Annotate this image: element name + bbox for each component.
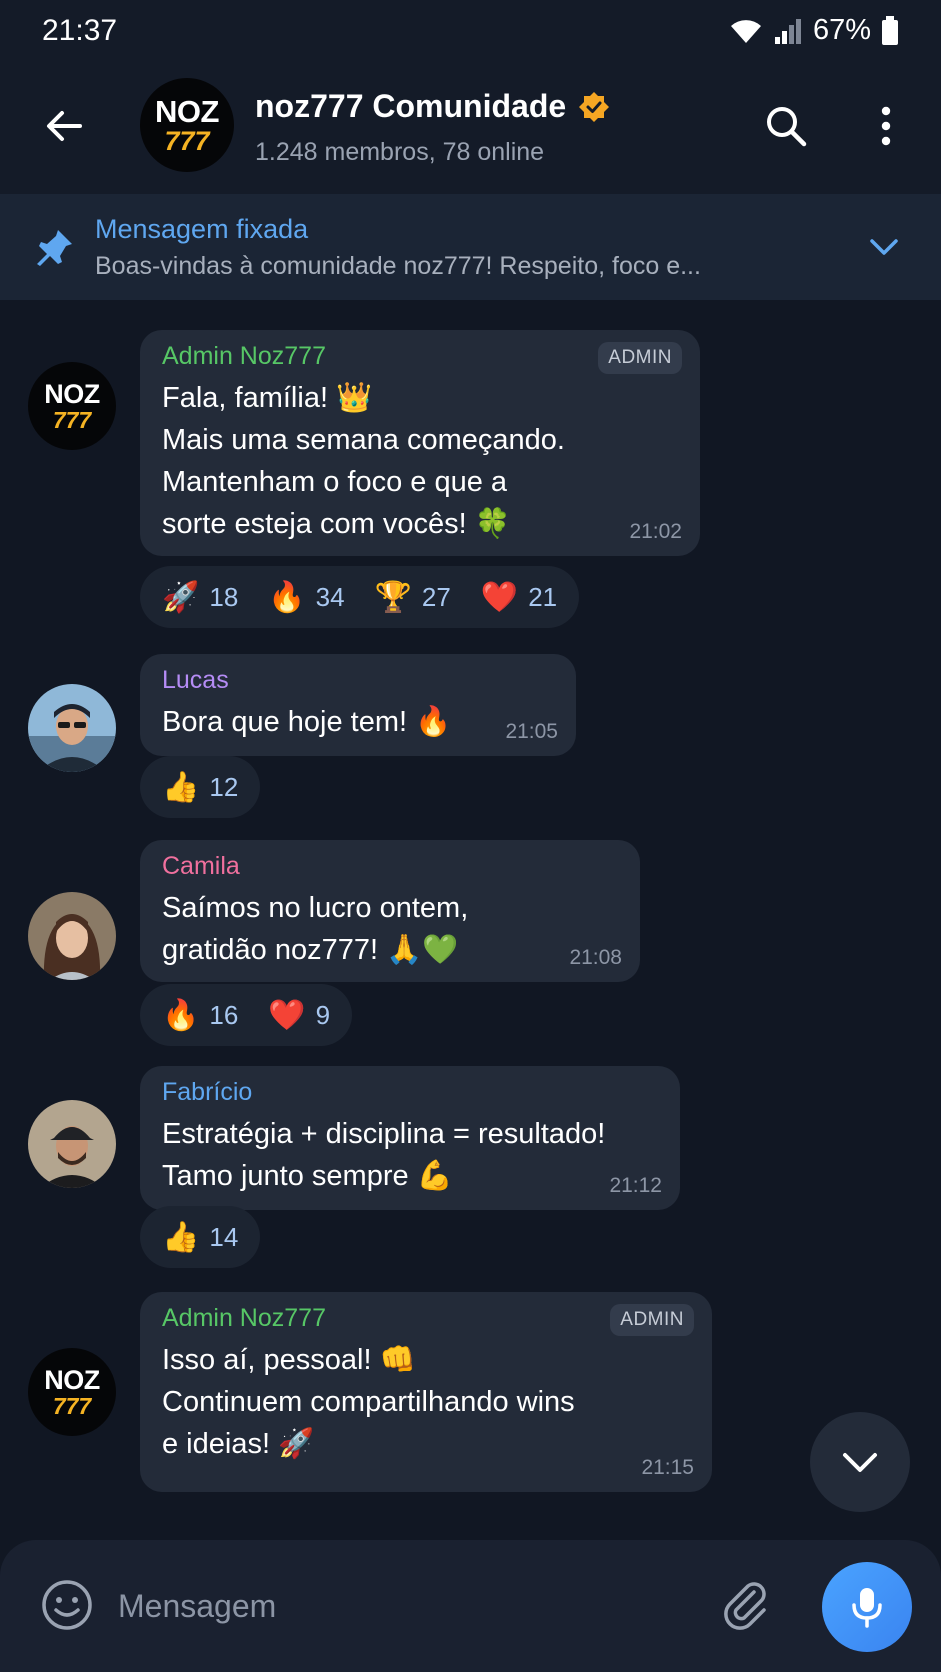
logo-text-noz: NOZ	[44, 378, 100, 409]
reaction-count: 34	[315, 581, 345, 612]
reaction-rocket[interactable]: 🚀 18	[162, 580, 238, 615]
battery-percent: 67%	[812, 14, 871, 46]
message-input[interactable]	[118, 1578, 678, 1634]
pinned-title: Mensagem fixada	[95, 214, 309, 244]
reaction-trophy[interactable]: 🏆 27	[375, 580, 451, 615]
reactions-bar: 👍 14	[140, 1206, 261, 1268]
voice-message-button[interactable]	[822, 1562, 912, 1652]
message-bubble[interactable]: Lucas Bora que hoje tem! 🔥 21:05	[140, 654, 576, 756]
message-text: Fala, família! 👑 Mais uma semana começan…	[162, 382, 565, 540]
verified-badge-icon	[579, 91, 610, 122]
heart-emoji: ❤️	[268, 998, 306, 1032]
message-composer	[0, 1540, 941, 1672]
signal-icon	[774, 18, 801, 44]
group-avatar[interactable]: NOZ 777	[140, 78, 234, 172]
logo-text-777: 777	[52, 406, 92, 433]
reaction-count: 21	[528, 581, 558, 612]
lucas-avatar[interactable]	[28, 684, 116, 772]
reaction-thumbs-up[interactable]: 👍 12	[162, 770, 238, 805]
message-text: Estratégia + disciplina = resultado! Tam…	[162, 1118, 606, 1192]
reaction-fire[interactable]: 🔥 16	[162, 998, 238, 1033]
reaction-count: 12	[209, 771, 239, 802]
message-time: 21:15	[641, 1456, 694, 1479]
reaction-heart[interactable]: ❤️ 9	[268, 998, 330, 1033]
battery-icon	[882, 15, 898, 45]
camila-avatar[interactable]	[28, 892, 116, 980]
status-bar: 21:37 67%	[0, 0, 941, 66]
status-time: 21:37	[42, 14, 118, 47]
thumbs-up-emoji: 👍	[162, 1220, 200, 1254]
group-subtitle: 1.248 membros, 78 online	[255, 138, 545, 166]
search-icon[interactable]	[762, 102, 810, 150]
chat-header: NOZ 777 noz777 Comunidade 1.248 membros,…	[0, 66, 941, 194]
message-bubble[interactable]: Fabrício Estratégia + disciplina = resul…	[140, 1066, 680, 1210]
pin-icon	[37, 230, 72, 266]
title-row[interactable]: noz777 Comunidade	[255, 88, 610, 125]
message-bubble[interactable]: Admin Noz777 ADMIN Fala, família! 👑 Mais…	[140, 330, 700, 556]
reaction-count: 27	[421, 581, 451, 612]
wifi-icon	[730, 19, 761, 43]
pinned-text: Boas-vindas à comunidade noz777! Respeit…	[95, 252, 701, 280]
emoji-icon[interactable]	[40, 1578, 94, 1632]
admin-badge: ADMIN	[598, 342, 682, 374]
admin-avatar[interactable]: NOZ 777	[28, 1348, 116, 1436]
microphone-icon	[852, 1588, 882, 1628]
scroll-down-button[interactable]	[810, 1412, 910, 1512]
reactions-bar: 👍 12	[140, 756, 261, 818]
group-title[interactable]: noz777 Comunidade	[255, 88, 566, 125]
paperclip-icon[interactable]	[720, 1578, 772, 1630]
reaction-thumbs-up[interactable]: 👍 14	[162, 1220, 238, 1255]
message-time: 21:08	[569, 946, 622, 969]
user-photo-icon	[28, 892, 116, 980]
message-time: 21:05	[505, 720, 558, 743]
reaction-count: 9	[315, 999, 331, 1030]
reaction-count: 18	[209, 581, 239, 612]
logo-text-noz: NOZ	[44, 1364, 100, 1395]
back-arrow-icon[interactable]	[40, 102, 88, 150]
sender-name[interactable]: Lucas	[162, 666, 556, 695]
rocket-emoji: 🚀	[162, 580, 200, 614]
more-menu-icon[interactable]	[862, 102, 910, 150]
user-photo-icon	[28, 1100, 116, 1188]
message-time: 21:02	[629, 520, 682, 543]
message-text: Isso aí, pessoal! 👊 Continuem compartilh…	[162, 1344, 575, 1460]
logo-text-777: 777	[52, 1392, 92, 1419]
reaction-heart[interactable]: ❤️ 21	[481, 580, 557, 615]
reaction-count: 16	[209, 999, 239, 1030]
reactions-bar: 🔥 16 ❤️ 9	[140, 984, 353, 1046]
sender-name[interactable]: Fabrício	[162, 1078, 660, 1107]
status-right: 67%	[729, 14, 899, 47]
logo-text-noz: NOZ	[155, 93, 219, 129]
trophy-emoji: 🏆	[374, 580, 412, 614]
thumbs-up-emoji: 👍	[162, 770, 200, 804]
fire-emoji: 🔥	[268, 580, 306, 614]
fabricio-avatar[interactable]	[28, 1100, 116, 1188]
fire-emoji: 🔥	[162, 998, 200, 1032]
message-bubble[interactable]: Camila Saímos no lucro ontem, gratidão n…	[140, 840, 640, 982]
reactions-bar: 🚀 18 🔥 34 🏆 27 ❤️ 21	[140, 566, 580, 628]
pinned-message-bar[interactable]: Mensagem fixada Boas-vindas à comunidade…	[0, 194, 941, 300]
sender-name[interactable]: Camila	[162, 852, 620, 881]
heart-emoji: ❤️	[480, 580, 519, 614]
admin-badge: ADMIN	[610, 1304, 694, 1336]
admin-avatar[interactable]: NOZ 777	[28, 362, 116, 450]
reaction-fire[interactable]: 🔥 34	[268, 580, 344, 615]
user-photo-icon	[28, 684, 116, 772]
message-text: Saímos no lucro ontem, gratidão noz777! …	[162, 892, 469, 966]
logo-text-777: 777	[164, 125, 210, 156]
reaction-count: 14	[209, 1221, 239, 1252]
chevron-down-icon[interactable]	[867, 230, 901, 264]
message-text: Bora que hoje tem! 🔥	[162, 706, 452, 738]
chevron-down-icon	[843, 1453, 877, 1472]
message-bubble[interactable]: Admin Noz777 ADMIN Isso aí, pessoal! 👊 C…	[140, 1292, 712, 1492]
message-time: 21:12	[609, 1174, 662, 1197]
